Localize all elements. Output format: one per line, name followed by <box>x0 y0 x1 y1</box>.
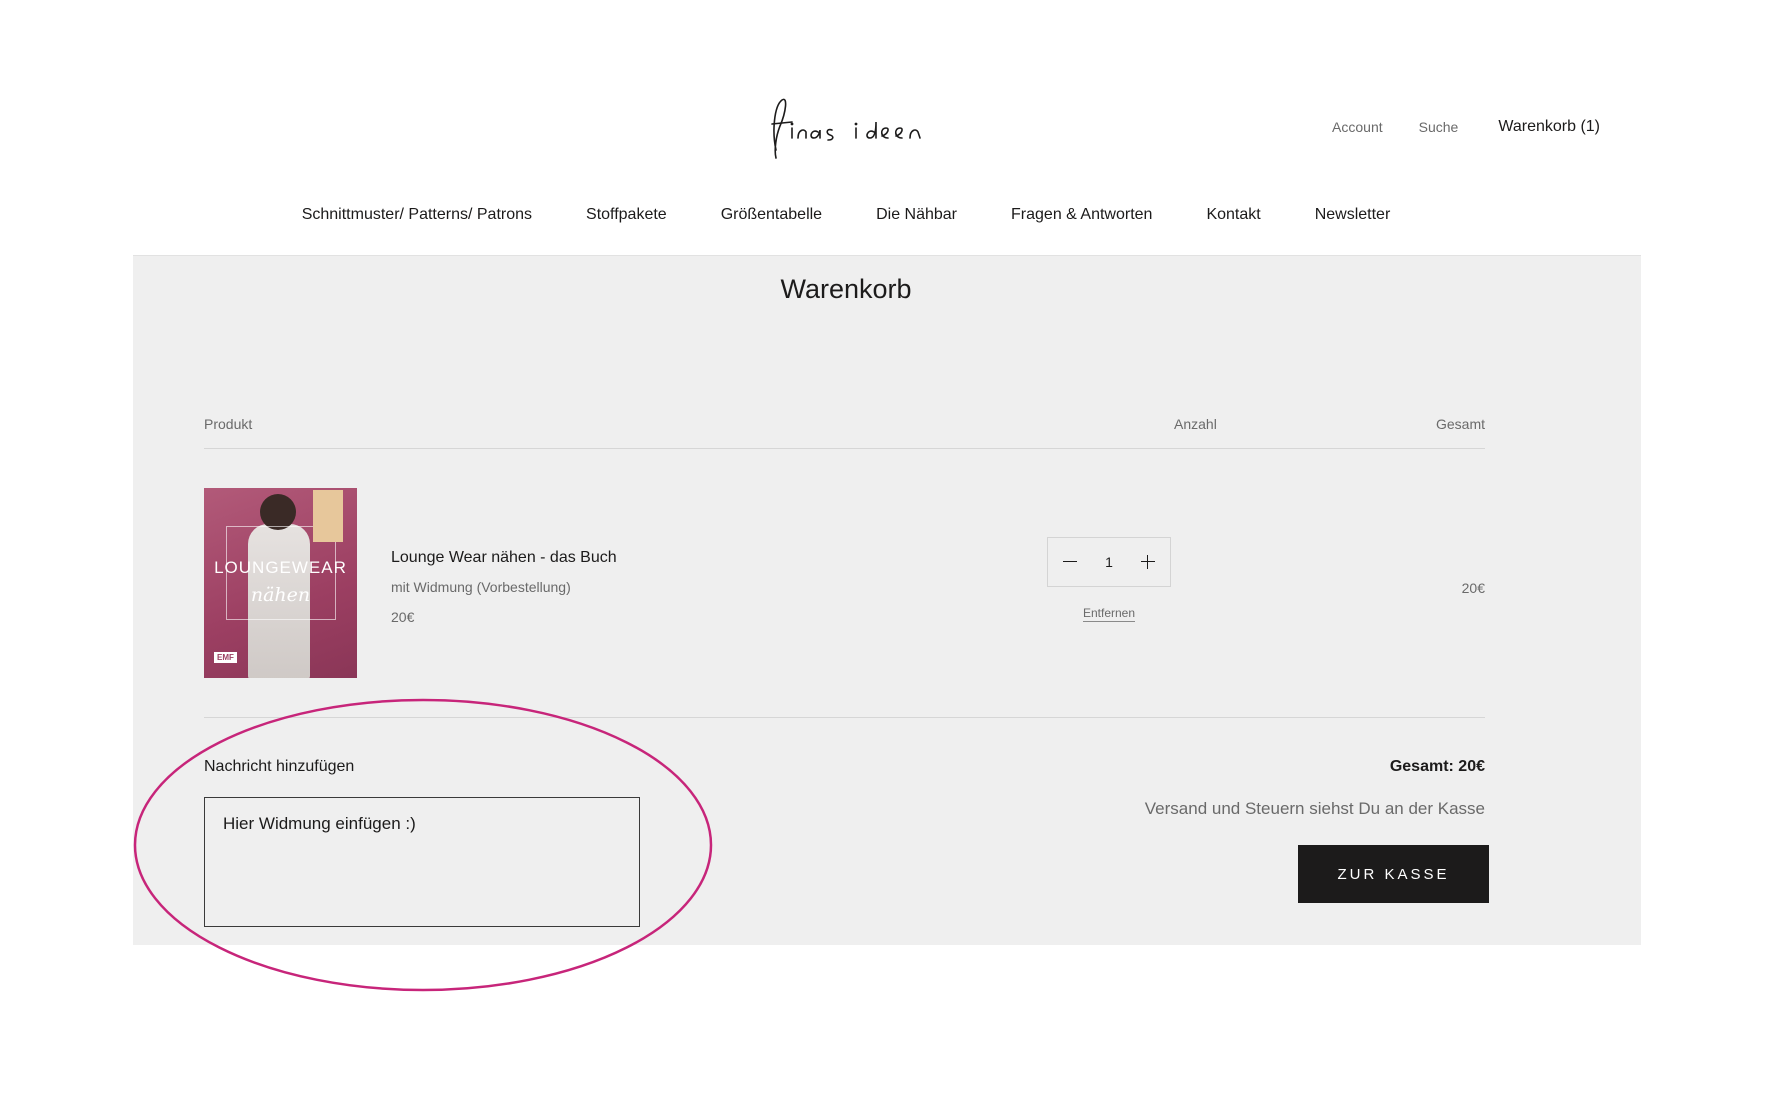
search-link[interactable]: Suche <box>1419 119 1459 135</box>
logo-script-graphic <box>771 98 921 159</box>
product-price: 20€ <box>391 609 415 625</box>
row-divider <box>204 717 1485 718</box>
cart-panel: Warenkorb Produkt Anzahl Gesamt LOUNGEWE… <box>133 255 1641 945</box>
product-image[interactable]: LOUNGEWEAR nähen EMF <box>204 488 357 678</box>
remove-link[interactable]: Entfernen <box>1047 606 1171 622</box>
account-link[interactable]: Account <box>1332 119 1383 135</box>
remove-label: Entfernen <box>1082 606 1136 622</box>
nav-item-kontakt[interactable]: Kontakt <box>1206 206 1260 224</box>
header-links: Account Suche Warenkorb (1) <box>1296 118 1600 136</box>
note-label: Nachricht hinzufügen <box>204 758 355 775</box>
main-navigation: Schnittmuster/ Patterns/ Patrons Stoffpa… <box>0 206 1692 224</box>
shipping-note: Versand und Steuern siehst Du an der Kas… <box>1144 799 1485 818</box>
cover-figure-head <box>260 494 296 530</box>
cart-link[interactable]: Warenkorb (1) <box>1498 118 1600 136</box>
product-title[interactable]: Lounge Wear nähen - das Buch <box>391 549 617 567</box>
quantity-value[interactable]: 1 <box>1105 554 1113 570</box>
nav-item-faq[interactable]: Fragen & Antworten <box>1011 206 1152 224</box>
nav-item-groessentabelle[interactable]: Größentabelle <box>721 206 822 224</box>
cart-total: Gesamt: 20€ <box>1389 758 1485 775</box>
plus-icon[interactable] <box>1140 554 1156 570</box>
line-total: 20€ <box>1461 580 1485 596</box>
column-header-total: Gesamt <box>1435 416 1485 432</box>
nav-item-schnittmuster[interactable]: Schnittmuster/ Patterns/ Patrons <box>302 206 532 224</box>
product-variant: mit Widmung (Vorbestellung) <box>391 579 571 595</box>
page-title: Warenkorb <box>780 274 912 304</box>
site-logo[interactable]: finas ideen <box>762 92 932 164</box>
cover-script-text: nähen <box>250 584 311 606</box>
cover-corner-tag <box>313 490 343 542</box>
publisher-badge: EMF <box>214 652 237 663</box>
column-header-product: Produkt <box>204 416 253 432</box>
checkout-button[interactable]: ZUR KASSE <box>1298 845 1489 903</box>
column-header-quantity: Anzahl <box>1174 416 1217 432</box>
nav-item-naehbar[interactable]: Die Nähbar <box>876 206 957 224</box>
note-textarea[interactable]: Hier Widmung einfügen :) <box>204 797 640 927</box>
nav-item-newsletter[interactable]: Newsletter <box>1315 206 1391 224</box>
header-divider <box>204 448 1485 449</box>
nav-item-stoffpakete[interactable]: Stoffpakete <box>586 206 667 224</box>
minus-icon[interactable] <box>1062 554 1078 570</box>
quantity-stepper: 1 <box>1047 537 1171 587</box>
cover-title-text: LOUNGEWEAR <box>214 558 347 577</box>
page: finas ideen Account Suche Warenkorb (1) … <box>0 0 1772 1094</box>
